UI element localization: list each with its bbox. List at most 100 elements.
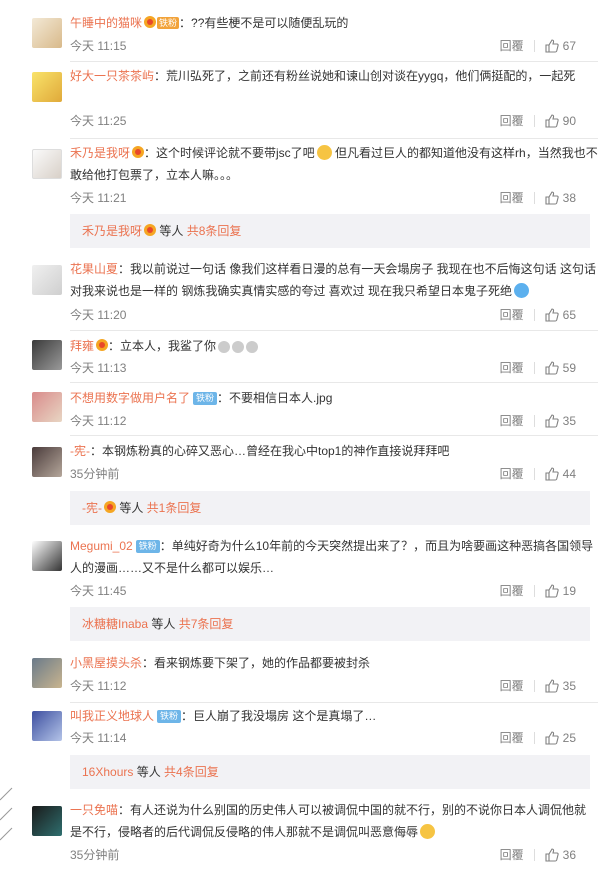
iron-fan-badge: 铁粉 — [157, 710, 182, 723]
thumbs-up-icon[interactable] — [545, 467, 559, 481]
avatar[interactable] — [32, 149, 62, 179]
divider — [533, 468, 535, 480]
thread-username[interactable]: -宪- — [82, 501, 102, 515]
thumbs-up-icon[interactable] — [545, 191, 559, 205]
like-count: 35 — [562, 414, 576, 428]
timestamp: 今天 11:20 — [70, 308, 127, 322]
timestamp: 今天 11:25 — [70, 114, 127, 128]
username[interactable]: 不想用数字做用户名了 — [70, 391, 190, 405]
timestamp: 今天 11:14 — [70, 731, 127, 745]
username[interactable]: 拜雍 — [70, 339, 94, 353]
reply-button[interactable]: 回覆 — [500, 307, 524, 323]
username[interactable]: 好大一只茶茶屿 — [70, 69, 154, 83]
like-count: 25 — [562, 731, 576, 745]
thread-count[interactable]: 共8条回复 — [187, 224, 242, 238]
emoji-icon — [246, 341, 259, 353]
comment-text: ：有人还说为什么别国的历史伟人可以被调侃中国的就不行，别的不说你日本人调侃他就是… — [70, 803, 587, 839]
reply-button[interactable]: 回覆 — [500, 113, 524, 129]
avatar[interactable] — [32, 340, 62, 370]
thread-username[interactable]: 冰糖糖Inaba — [82, 617, 148, 631]
reply-button[interactable]: 回覆 — [500, 360, 524, 376]
username[interactable]: 叫我正义地球人 — [70, 709, 154, 723]
comment-text: ：看来钢炼要下架了，她的作品都要被封杀 — [142, 656, 371, 670]
divider — [533, 362, 535, 374]
thumbs-up-icon[interactable] — [545, 731, 559, 745]
username[interactable]: 午睡中的猫咪 — [70, 16, 142, 30]
reply-thread-link[interactable]: 禾乃是我呀 等人 共8条回复 — [70, 214, 590, 248]
thumbs-up-icon[interactable] — [545, 361, 559, 375]
username[interactable]: 一只免喵 — [70, 803, 118, 817]
reply-button[interactable]: 回覆 — [500, 466, 524, 482]
avatar[interactable] — [32, 711, 62, 741]
reply-thread-link[interactable]: -宪- 等人 共1条回复 — [70, 491, 590, 525]
vip-badge-icon — [132, 146, 145, 158]
comment-actions: 回覆 35 — [500, 413, 576, 429]
comment-actions: 回覆 38 — [500, 190, 576, 206]
comment-text: ：这个时候评论就不要带jsc了吧 — [144, 146, 315, 160]
thread-count[interactable]: 共4条回复 — [164, 765, 219, 779]
avatar[interactable] — [32, 265, 62, 295]
timestamp: 35分钟前 — [70, 467, 120, 481]
avatar[interactable] — [32, 392, 62, 422]
divider — [533, 732, 535, 744]
thread-label: 等人 — [148, 617, 179, 631]
avatar[interactable] — [32, 541, 62, 571]
thumbs-up-icon[interactable] — [545, 848, 559, 862]
divider — [533, 849, 535, 861]
comment-actions: 回覆 36 — [500, 847, 576, 863]
thread-username[interactable]: 禾乃是我呀 — [82, 224, 142, 238]
reply-button[interactable]: 回覆 — [500, 847, 524, 863]
thread-count[interactable]: 共7条回复 — [179, 617, 234, 631]
avatar[interactable] — [32, 72, 62, 102]
comment-text: ：??有些梗不是可以随便乱玩的 — [179, 16, 349, 30]
comment-actions: 回覆 35 — [500, 678, 576, 694]
reply-button[interactable]: 回覆 — [500, 678, 524, 694]
like-count: 38 — [562, 191, 576, 205]
comment-text: ：巨人崩了我没塌房 这个是真塌了… — [181, 709, 377, 723]
reply-button[interactable]: 回覆 — [500, 413, 524, 429]
divider — [533, 192, 535, 204]
reply-button[interactable]: 回覆 — [500, 583, 524, 599]
reply-thread-link[interactable]: 冰糖糖Inaba 等人 共7条回复 — [70, 607, 590, 641]
username[interactable]: -宪- — [70, 444, 90, 458]
username[interactable]: Megumi_02 — [70, 539, 133, 553]
avatar[interactable] — [32, 658, 62, 688]
divider — [70, 138, 598, 139]
divider — [70, 330, 598, 331]
thumbs-up-icon[interactable] — [545, 308, 559, 322]
reply-button[interactable]: 回覆 — [500, 730, 524, 746]
like-count: 36 — [562, 848, 576, 862]
iron-fan-badge: 铁粉 — [193, 392, 218, 405]
comment-actions: 回覆 25 — [500, 730, 576, 746]
username[interactable]: 禾乃是我呀 — [70, 146, 130, 160]
thread-count[interactable]: 共1条回复 — [147, 501, 202, 515]
timestamp: 今天 11:15 — [70, 39, 127, 53]
avatar[interactable] — [32, 18, 62, 48]
like-count: 67 — [562, 39, 576, 53]
comment-text: ：不要相信日本人.jpg — [217, 391, 333, 405]
reply-button[interactable]: 回覆 — [500, 38, 524, 54]
thumbs-up-icon[interactable] — [545, 114, 559, 128]
comment-actions: 回覆 90 — [500, 113, 576, 129]
timestamp: 35分钟前 — [70, 848, 120, 862]
username[interactable]: 花果山夏 — [70, 262, 118, 276]
thumbs-up-icon[interactable] — [545, 679, 559, 693]
avatar[interactable] — [32, 806, 62, 836]
emoji-icon — [232, 341, 245, 353]
thumbs-up-icon[interactable] — [545, 39, 559, 53]
username[interactable]: 小黑屋摸头杀 — [70, 656, 142, 670]
timestamp: 今天 11:45 — [70, 584, 127, 598]
thumbs-up-icon[interactable] — [545, 414, 559, 428]
like-count: 19 — [562, 584, 576, 598]
thumbs-up-icon[interactable] — [545, 584, 559, 598]
vip-badge-icon — [96, 339, 109, 351]
avatar[interactable] — [32, 447, 62, 477]
divider — [70, 382, 598, 383]
like-count: 59 — [562, 361, 576, 375]
thread-username[interactable]: 16Xhours — [82, 765, 133, 779]
comment-actions: 回覆 65 — [500, 307, 576, 323]
divider — [70, 61, 598, 62]
reply-button[interactable]: 回覆 — [500, 190, 524, 206]
reply-thread-link[interactable]: 16Xhours 等人 共4条回复 — [70, 755, 590, 789]
like-count: 90 — [562, 114, 576, 128]
